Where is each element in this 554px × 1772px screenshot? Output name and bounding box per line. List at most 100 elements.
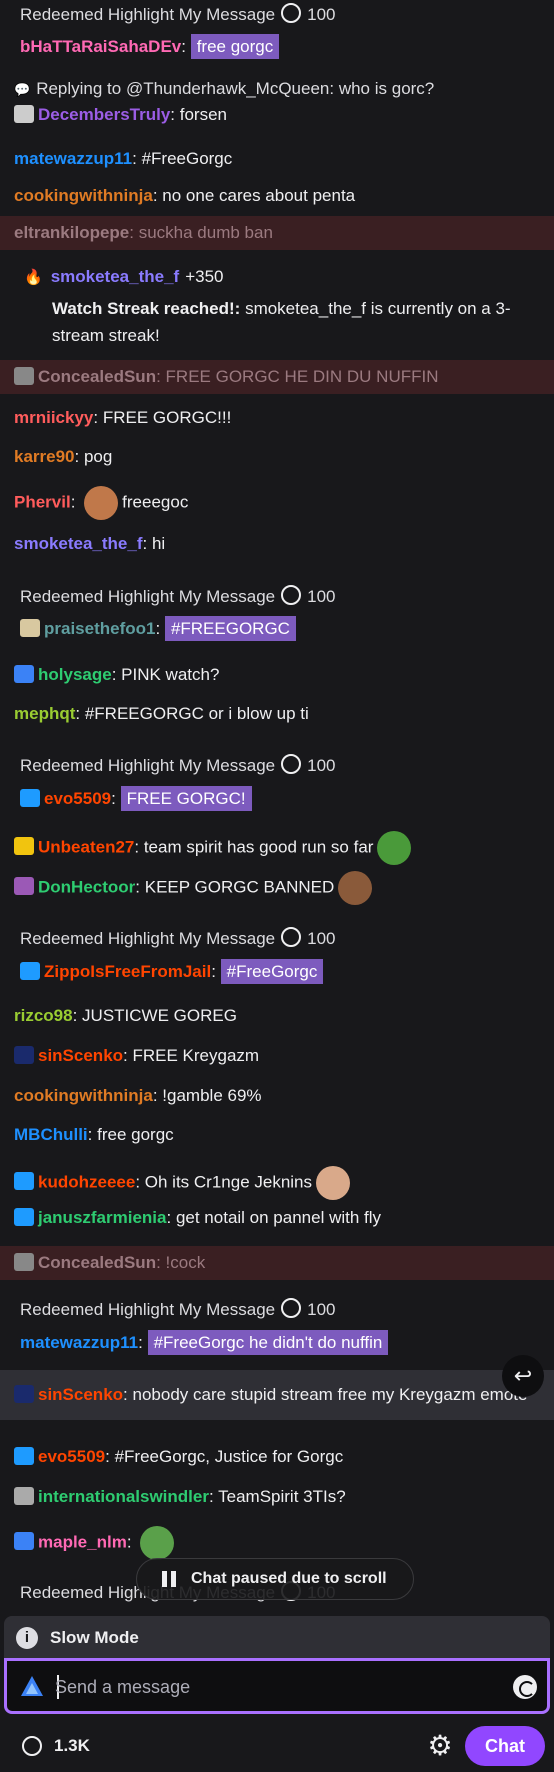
emote-image[interactable] xyxy=(338,871,373,905)
message-text: FREE GORGC!!! xyxy=(102,408,232,427)
chat-messages-list[interactable]: Redeemed Highlight My Message 100 bHaTTaRa… xyxy=(0,0,554,1608)
user-badge-icon[interactable] xyxy=(14,1385,34,1403)
user-badge-icon[interactable] xyxy=(14,665,34,683)
user-badge-icon[interactable] xyxy=(14,1208,34,1226)
reply-icon[interactable]: ↩ xyxy=(502,1355,544,1397)
redeem-cost: 100 xyxy=(307,587,336,606)
chat-message: bHaTTaRaiSahaDEv: free gorgc xyxy=(0,34,554,59)
username[interactable]: ZippoIsFreeFromJail xyxy=(44,962,211,981)
info-icon: i xyxy=(16,1627,38,1649)
user-badge-icon[interactable] xyxy=(14,105,34,123)
emote-image[interactable] xyxy=(377,831,412,865)
username[interactable]: mephqt xyxy=(14,704,75,723)
message-text: FREE GORGC HE DIN DU NUFFIN xyxy=(165,367,439,386)
username[interactable]: kudohzeeee xyxy=(38,1172,135,1191)
username[interactable]: DecembersTruly xyxy=(38,105,170,124)
message-text: #FreeGorgc he didn't do nuffin xyxy=(147,1330,389,1355)
redeem-cost: 100 xyxy=(307,929,336,948)
username[interactable]: maple_nlm xyxy=(38,1532,127,1551)
user-badge-icon[interactable] xyxy=(14,837,34,856)
user-badge-icon[interactable] xyxy=(14,1046,34,1064)
redeem-notice: Redeemed Highlight My Message 100 xyxy=(0,0,554,32)
username[interactable]: DonHectoor xyxy=(38,877,135,896)
colon: : xyxy=(123,1046,133,1065)
message-text: #FreeGorgc xyxy=(141,149,233,168)
username[interactable]: cookingwithninja xyxy=(14,186,153,205)
chat-message: maple_nlm: xyxy=(0,1526,554,1560)
chat-message: rizco98: JUSTICWE GOREG xyxy=(0,1005,554,1027)
username[interactable]: sinScenko xyxy=(38,1385,123,1404)
username[interactable]: evo5509 xyxy=(44,789,111,808)
username[interactable]: Unbeaten27 xyxy=(38,837,134,856)
username[interactable]: januszfarmienia xyxy=(38,1208,167,1227)
redeem-notice: Redeemed Highlight My Message 100 xyxy=(0,580,554,614)
chat-send-button[interactable]: Chat xyxy=(465,1726,545,1766)
colon: : xyxy=(135,1172,145,1192)
username[interactable]: matewazzup11 xyxy=(14,149,132,168)
chat-input-box[interactable] xyxy=(4,1658,550,1714)
colon: : xyxy=(129,223,139,242)
message-text: KEEP GORGC BANNED xyxy=(144,877,335,897)
user-badge-icon[interactable] xyxy=(20,619,40,637)
username[interactable]: evo5509 xyxy=(38,1447,105,1466)
settings-gear-icon[interactable]: ⚙ xyxy=(424,1730,456,1762)
user-badge-icon[interactable] xyxy=(14,1172,34,1191)
chat-message: Unbeaten27: team spirit has good run so … xyxy=(0,831,554,865)
username[interactable]: cookingwithninja xyxy=(14,1086,153,1105)
redeem-cost: 100 xyxy=(307,756,336,775)
channel-points-button[interactable]: 1.3K xyxy=(22,1729,90,1763)
username[interactable]: internationalswindler xyxy=(38,1487,209,1506)
username[interactable]: ConcealedSun xyxy=(38,367,156,386)
flame-icon: 🔥 xyxy=(24,269,43,286)
chat-message: ConcealedSun: FREE GORGC HE DIN DU NUFFI… xyxy=(0,360,554,394)
username[interactable]: eltrankilopepe xyxy=(14,223,129,242)
chat-message: karre90: pog xyxy=(0,446,554,468)
redeem-notice: Redeemed Highlight My Message 100 xyxy=(0,922,554,956)
chat-message: Phervil: freeegoc xyxy=(0,486,554,520)
username[interactable]: rizco98 xyxy=(14,1006,73,1025)
message-text: pog xyxy=(83,447,113,466)
colon: : xyxy=(87,1125,98,1144)
message-text: free gorgc xyxy=(97,1125,174,1144)
chat-message: cookingwithninja: !gamble 69% xyxy=(0,1085,554,1107)
username[interactable]: karre90 xyxy=(14,447,75,466)
chat-message: sinScenko: FREE Kreygazm xyxy=(0,1045,554,1067)
streak-header: 🔥 smoketea_the_f +350 xyxy=(24,266,540,289)
message-text: team spirit has good run so far xyxy=(143,837,374,857)
username[interactable]: bHaTTaRaiSahaDEv xyxy=(20,37,181,56)
chat-paused-banner[interactable]: Chat paused due to scroll xyxy=(136,1558,414,1600)
user-badge-icon[interactable] xyxy=(20,962,40,980)
colon: : xyxy=(138,1333,148,1352)
colon: : xyxy=(134,837,144,857)
username[interactable]: smoketea_the_f xyxy=(14,534,143,553)
username[interactable]: sinScenko xyxy=(38,1046,123,1065)
user-badge-icon[interactable] xyxy=(14,1447,34,1465)
username[interactable]: ConcealedSun xyxy=(38,1253,156,1272)
message-text: free gorgc xyxy=(190,34,280,59)
message-text: forsen xyxy=(179,105,227,124)
username[interactable]: praisethefoo1 xyxy=(44,619,155,638)
chat-message: evo5509: #FreeGorgc, Justice for Gorgc xyxy=(0,1446,554,1468)
colon: : xyxy=(142,534,152,553)
username[interactable]: holysage xyxy=(38,665,112,684)
emote-image[interactable] xyxy=(316,1166,351,1200)
user-badge-icon[interactable] xyxy=(14,367,34,385)
emote-picker-icon[interactable] xyxy=(513,1675,537,1699)
user-badge-icon[interactable] xyxy=(14,877,34,896)
chat-message: matewazzup11: #FreeGorgc he didn't do nu… xyxy=(0,1330,554,1355)
user-badge-icon[interactable] xyxy=(20,789,40,807)
user-badge-icon[interactable] xyxy=(14,1253,34,1271)
message-input[interactable] xyxy=(55,1673,495,1701)
username[interactable]: smoketea_the_f xyxy=(51,267,180,286)
emote-image[interactable] xyxy=(140,1526,175,1560)
username[interactable]: matewazzup11 xyxy=(20,1333,138,1352)
username[interactable]: Phervil xyxy=(14,492,71,511)
chat-message: DonHectoor: KEEP GORGC BANNED xyxy=(0,871,554,905)
username[interactable]: MBChulli xyxy=(14,1125,88,1144)
user-badge-icon[interactable] xyxy=(14,1532,34,1551)
message-text: nobody care stupid stream free my Kreyga… xyxy=(132,1385,528,1404)
chat-footer: 1.3K ⚙ Chat xyxy=(0,1722,554,1772)
user-badge-icon[interactable] xyxy=(14,1487,34,1505)
username[interactable]: mrniickyy xyxy=(14,408,93,427)
emote-image[interactable] xyxy=(84,486,119,520)
